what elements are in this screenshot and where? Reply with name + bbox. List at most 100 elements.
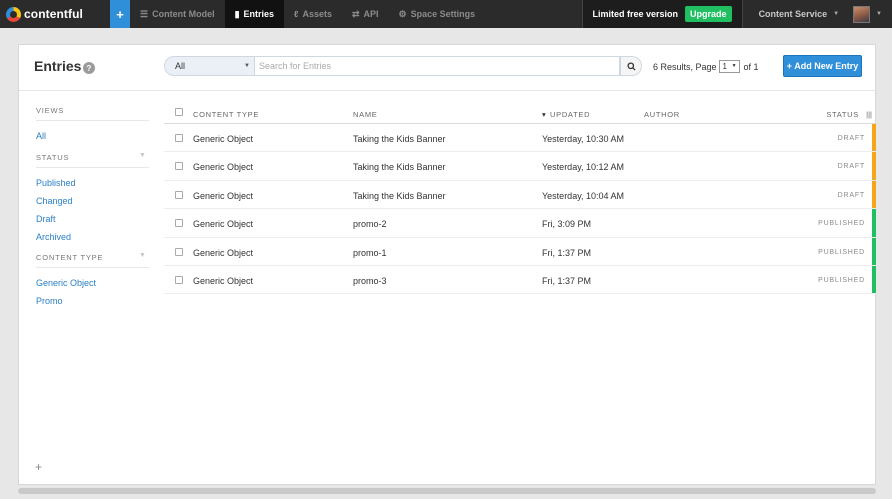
updated-cell: Yesterday, 10:12 AM	[542, 162, 625, 173]
tab-entries[interactable]: ▮ Entries	[224, 0, 285, 28]
page-total: of 1	[743, 61, 759, 72]
tab-label: Space Settings	[410, 9, 476, 19]
divider	[36, 120, 149, 121]
content-type-cell: Generic Object	[193, 275, 254, 286]
tab-api[interactable]: ⇄ API	[342, 0, 389, 28]
entries-panel: Entries ? All ▼ 6 Results, Page 1 ▼ of 1…	[18, 44, 876, 485]
plan-indicator: Limited free version Upgrade	[581, 0, 743, 28]
row-checkbox[interactable]	[175, 134, 183, 142]
filter-value: All	[175, 61, 186, 71]
sidebar-item-all[interactable]: All	[36, 131, 46, 141]
row-checkbox[interactable]	[175, 275, 183, 284]
tab-content-model[interactable]: ☰ Content Model	[130, 0, 225, 28]
updated-cell: Fri, 1:37 PM	[542, 275, 592, 286]
tab-space-settings[interactable]: ⚙ Space Settings	[389, 0, 486, 28]
row-checkbox[interactable]	[175, 162, 183, 171]
tab-label: Content Model	[152, 9, 215, 19]
status-strip	[872, 209, 876, 237]
add-new-entry-button[interactable]: + Add New Entry	[783, 55, 862, 77]
sidebar-item-generic-object[interactable]: Generic Object	[36, 278, 96, 288]
contentful-logo[interactable]: contentful	[0, 0, 110, 28]
sidebar-item-published[interactable]: Published	[36, 178, 76, 188]
name-cell[interactable]: Taking the Kids Banner	[353, 134, 446, 144]
sidebar-item-changed[interactable]: Changed	[36, 196, 73, 206]
space-selector[interactable]: Content Service ▼	[743, 0, 849, 28]
row-checkbox[interactable]	[175, 190, 183, 199]
divider	[36, 167, 149, 168]
select-all-checkbox[interactable]	[175, 108, 183, 116]
page-title: Entries	[34, 58, 82, 74]
table-row[interactable]: Generic Object Taking the Kids Banner Ye…	[164, 152, 876, 181]
name-cell[interactable]: promo-1	[353, 248, 387, 258]
updated-cell: Yesterday, 10:04 AM	[542, 190, 625, 201]
chevron-down-icon: ▼	[833, 11, 840, 17]
user-menu[interactable]: ▼	[849, 0, 892, 28]
sidebar-item-draft[interactable]: Draft	[36, 214, 56, 224]
tab-assets[interactable]: ℓ Assets	[284, 0, 342, 28]
content-type-cell: Generic Object	[193, 190, 254, 201]
table-row[interactable]: Generic Object promo-1 Fri, 1:37 PM PUBL…	[164, 237, 876, 266]
page-select[interactable]: 1 ▼	[718, 60, 740, 73]
row-checkbox[interactable]	[175, 219, 183, 228]
status-strip	[872, 180, 876, 209]
page-number: 1	[722, 62, 727, 71]
tab-label: Assets	[302, 9, 332, 19]
view-filter-select[interactable]: All ▼	[164, 56, 255, 76]
status-strip	[872, 152, 876, 180]
status-heading: STATUS	[36, 153, 70, 162]
search-button[interactable]	[620, 56, 642, 76]
database-icon: ☰	[140, 8, 149, 19]
content-type-cell: Generic Object	[193, 247, 254, 258]
paperclip-icon: ℓ	[294, 9, 299, 19]
help-icon[interactable]: ?	[83, 62, 95, 74]
table-row[interactable]: Generic Object promo-2 Fri, 3:09 PM PUBL…	[164, 209, 876, 238]
name-cell[interactable]: Taking the Kids Banner	[353, 191, 446, 201]
sidebar-item-archived[interactable]: Archived	[36, 232, 71, 242]
updated-cell: Fri, 3:09 PM	[542, 219, 592, 230]
name-cell[interactable]: promo-3	[353, 276, 387, 286]
results-count: 6 Results, Page	[653, 61, 717, 72]
column-content-type[interactable]: CONTENT TYPE	[193, 110, 259, 119]
name-cell[interactable]: promo-2	[353, 219, 387, 229]
updated-cell: Yesterday, 10:30 AM	[542, 134, 625, 144]
row-checkbox[interactable]	[175, 247, 183, 256]
content-type-cell: Generic Object	[193, 134, 254, 144]
content-type-cell: Generic Object	[193, 219, 254, 230]
updated-cell: Fri, 1:37 PM	[542, 247, 592, 258]
content-type-heading: CONTENT TYPE	[36, 253, 104, 262]
sidebar-item-promo[interactable]: Promo	[36, 296, 63, 306]
name-cell[interactable]: Taking the Kids Banner	[353, 162, 446, 172]
avatar	[853, 5, 871, 23]
divider	[36, 267, 149, 268]
table-row[interactable]: Generic Object Taking the Kids Banner Ye…	[164, 180, 876, 210]
search-input[interactable]	[255, 56, 620, 76]
entries-header: Entries ? All ▼ 6 Results, Page 1 ▼ of 1…	[19, 45, 875, 91]
chevron-down-icon: ▼	[244, 63, 250, 69]
entries-table: CONTENT TYPE NAME ▾ UPDATED AUTHOR STATU…	[164, 102, 876, 295]
column-status[interactable]: STATUS	[826, 110, 859, 119]
top-navbar: contentful + ☰ Content Model ▮ Entries ℓ…	[0, 0, 892, 28]
column-updated[interactable]: UPDATED	[550, 110, 590, 119]
collapse-triangle-icon[interactable]: ▼	[139, 152, 146, 159]
table-row[interactable]: Generic Object Taking the Kids Banner Ye…	[164, 124, 876, 153]
column-settings-icon[interactable]: |||	[866, 110, 872, 119]
status-badge: PUBLISHED	[818, 220, 865, 228]
chevron-down-icon: ▼	[876, 11, 882, 17]
column-name[interactable]: NAME	[353, 110, 377, 119]
gear-icon: ⚙	[398, 8, 407, 19]
quick-add-button[interactable]: +	[110, 0, 130, 28]
collapse-triangle-icon[interactable]: ▼	[139, 252, 146, 259]
status-badge: DRAFT	[837, 163, 865, 171]
table-row[interactable]: Generic Object promo-3 Fri, 1:37 PM PUBL…	[164, 265, 876, 295]
shuffle-icon: ⇄	[351, 8, 360, 19]
status-badge: DRAFT	[837, 191, 865, 199]
column-author[interactable]: AUTHOR	[644, 110, 680, 119]
add-view-button[interactable]: +	[35, 460, 42, 474]
views-heading: VIEWS	[36, 106, 65, 115]
chevron-down-icon: ▼	[731, 63, 737, 69]
pagination: 6 Results, Page 1 ▼ of 1	[653, 60, 759, 73]
upgrade-button[interactable]: Upgrade	[685, 6, 732, 22]
sort-desc-icon: ▾	[542, 110, 547, 119]
horizontal-scrollbar[interactable]	[18, 488, 876, 494]
space-name: Content Service	[758, 9, 828, 19]
